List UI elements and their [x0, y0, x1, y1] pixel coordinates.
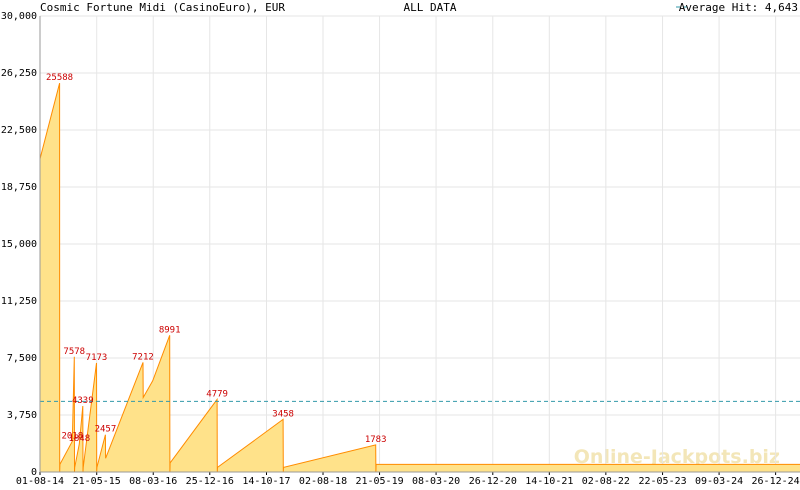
y-tick-label: 15,000 [1, 239, 37, 250]
peak-label: 1848 [68, 434, 90, 444]
area-fill [40, 83, 800, 472]
axes: 03,7507,50011,25015,00018,75022,50026,25… [1, 11, 800, 487]
x-tick-label: 25-12-16 [186, 476, 234, 487]
x-tick-label: 14-10-17 [242, 476, 290, 487]
peak-label: 7212 [132, 352, 154, 362]
x-tick-label: 08-03-20 [412, 476, 460, 487]
chart-subtitle: ALL DATA [404, 1, 457, 14]
x-tick-label: 14-10-21 [525, 476, 573, 487]
y-tick-label: 11,250 [1, 296, 37, 307]
x-tick-label: 26-12-20 [469, 476, 517, 487]
y-tick-label: 18,750 [1, 182, 37, 193]
y-tick-label: 30,000 [1, 11, 37, 22]
x-tick-label: 21-05-15 [73, 476, 121, 487]
peak-label: 1783 [365, 435, 387, 445]
chart-title: Cosmic Fortune Midi (CasinoEuro), EUR [40, 1, 285, 14]
x-tick-label: 08-03-16 [129, 476, 177, 487]
y-tick-label: 22,500 [1, 125, 37, 136]
x-tick-label: 21-05-19 [355, 476, 403, 487]
peak-label: 8991 [159, 325, 181, 335]
x-tick-label: 02-08-18 [299, 476, 347, 487]
x-tick-label: 02-08-22 [582, 476, 630, 487]
area-series [39, 82, 800, 473]
peak-label: 2457 [95, 425, 117, 435]
legend-average-label: Average Hit: 4,643 [679, 1, 798, 14]
peak-label: 7578 [63, 347, 85, 357]
x-tick-label: 09-03-24 [695, 476, 743, 487]
peak-label: 7173 [86, 353, 108, 363]
x-tick-label: 22-05-23 [638, 476, 686, 487]
y-tick-label: 7,500 [7, 353, 37, 364]
peak-label: 3458 [272, 409, 294, 419]
y-tick-label: 26,250 [1, 68, 37, 79]
peak-label: 25588 [46, 73, 73, 83]
x-tick-label: 01-08-14 [16, 476, 64, 487]
y-tick-label: 3,750 [7, 410, 37, 421]
jackpot-area-chart: Online-Jackpots.biz 03,7507,50011,25015,… [1, 1, 800, 487]
peak-label: 4779 [206, 389, 228, 399]
x-tick-label: 26-12-24 [752, 476, 800, 487]
peak-label: 4339 [72, 396, 94, 406]
